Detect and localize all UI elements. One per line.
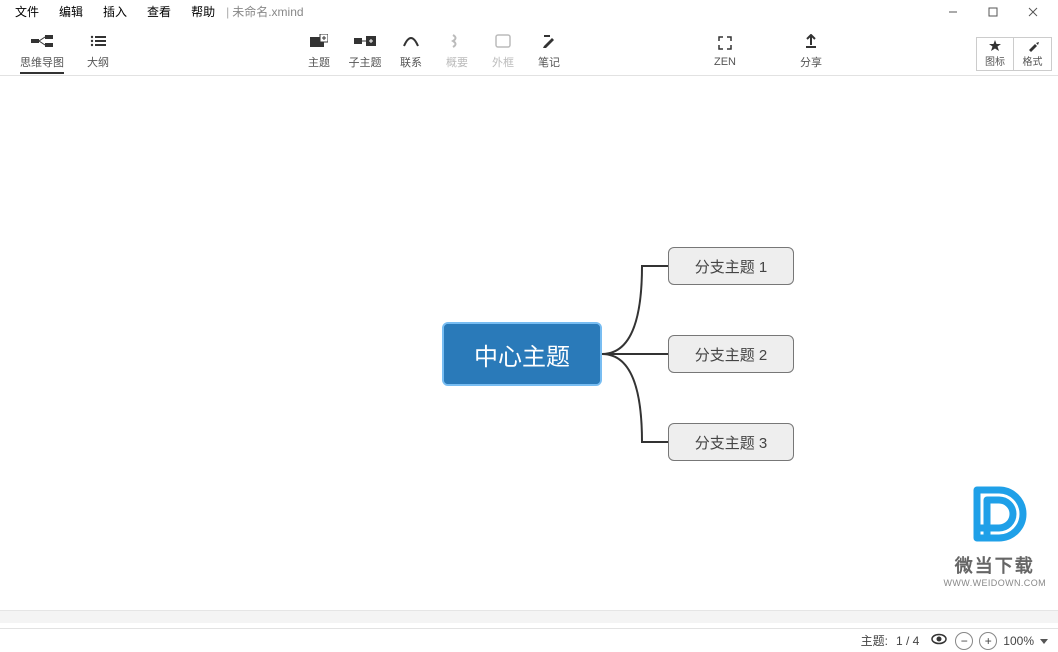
canvas[interactable]: 中心主题 分支主题 1 分支主题 2 分支主题 3 微当下载 WWW.WEIDO… xyxy=(0,76,1058,628)
branch-topic-3[interactable]: 分支主题 3 xyxy=(668,423,794,461)
zen-label: ZEN xyxy=(714,56,736,68)
central-topic[interactable]: 中心主题 xyxy=(442,322,602,386)
window-controls xyxy=(933,0,1053,24)
share-button[interactable]: 分享 xyxy=(788,27,834,75)
visibility-icon[interactable] xyxy=(931,633,947,648)
menubar-divider: | xyxy=(226,5,229,19)
summary-button[interactable]: 概要 xyxy=(434,27,480,75)
share-icon xyxy=(804,32,818,50)
share-label: 分享 xyxy=(800,54,822,70)
summary-icon xyxy=(450,32,464,50)
summary-label: 概要 xyxy=(446,54,468,70)
statusbar: 主题: 1 / 4 − + 100% xyxy=(0,628,1058,652)
view-outline-label: 大纲 xyxy=(87,54,109,70)
zoom-value[interactable]: 100% xyxy=(1003,634,1034,648)
topic-button[interactable]: 主题 xyxy=(296,27,342,75)
icons-panel-button[interactable]: 图标 xyxy=(976,37,1014,71)
subtopic-icon xyxy=(354,32,376,50)
watermark: 微当下载 WWW.WEIDOWN.COM xyxy=(944,478,1046,588)
watermark-text1: 微当下载 xyxy=(944,552,1046,578)
subtopic-label: 子主题 xyxy=(349,54,382,70)
zen-button[interactable]: ZEN xyxy=(702,27,748,75)
notes-button[interactable]: 笔记 xyxy=(526,27,572,75)
zoom-dropdown-icon[interactable] xyxy=(1040,634,1048,648)
view-outline-button[interactable]: 大纲 xyxy=(70,27,126,75)
view-mindmap-label: 思维导图 xyxy=(20,54,64,74)
topic-counter-value: 1 / 4 xyxy=(896,634,919,648)
format-panel-label: 格式 xyxy=(1023,53,1043,68)
zoom-in-button[interactable]: + xyxy=(979,632,997,650)
format-panel-button[interactable]: 格式 xyxy=(1014,37,1052,71)
notes-icon xyxy=(542,32,556,50)
minimize-button[interactable] xyxy=(933,0,973,24)
zoom-controls: − + 100% xyxy=(955,632,1048,650)
topic-label: 主题 xyxy=(308,54,330,70)
branch-topic-2[interactable]: 分支主题 2 xyxy=(668,335,794,373)
format-icon xyxy=(1027,40,1039,52)
star-icon xyxy=(989,40,1001,52)
menubar: 文件 编辑 插入 查看 帮助 | 未命名.xmind xyxy=(0,0,1058,24)
document-title: 未命名.xmind xyxy=(232,3,303,20)
relation-icon xyxy=(402,32,420,50)
topic-counter-label: 主题: xyxy=(861,632,888,649)
toolbar: 思维导图 大纲 主题 子主题 联系 概要 外框 笔记 xyxy=(0,24,1058,76)
outline-icon xyxy=(90,32,106,50)
menu-edit[interactable]: 编辑 xyxy=(49,0,93,23)
horizontal-scrollbar-thumb[interactable] xyxy=(12,613,52,621)
boundary-button[interactable]: 外框 xyxy=(480,27,526,75)
relation-button[interactable]: 联系 xyxy=(388,27,434,75)
view-mindmap-button[interactable]: 思维导图 xyxy=(14,27,70,75)
zoom-out-button[interactable]: − xyxy=(955,632,973,650)
watermark-logo-icon xyxy=(959,478,1031,550)
menu-help[interactable]: 帮助 xyxy=(181,0,225,23)
zen-icon xyxy=(718,34,732,52)
boundary-label: 外框 xyxy=(492,54,514,70)
relation-label: 联系 xyxy=(400,54,422,70)
boundary-icon xyxy=(495,32,511,50)
right-panel-toggles: 图标 格式 xyxy=(976,31,1052,71)
subtopic-button[interactable]: 子主题 xyxy=(342,27,388,75)
connectors xyxy=(602,247,672,462)
close-button[interactable] xyxy=(1013,0,1053,24)
menu-insert[interactable]: 插入 xyxy=(93,0,137,23)
menu-file[interactable]: 文件 xyxy=(5,0,49,23)
maximize-button[interactable] xyxy=(973,0,1013,24)
topic-icon xyxy=(310,32,328,50)
notes-label: 笔记 xyxy=(538,54,560,70)
watermark-text2: WWW.WEIDOWN.COM xyxy=(944,578,1046,588)
icons-panel-label: 图标 xyxy=(985,53,1005,68)
branch-topic-1[interactable]: 分支主题 1 xyxy=(668,247,794,285)
mindmap-icon xyxy=(31,32,53,50)
menu-view[interactable]: 查看 xyxy=(137,0,181,23)
